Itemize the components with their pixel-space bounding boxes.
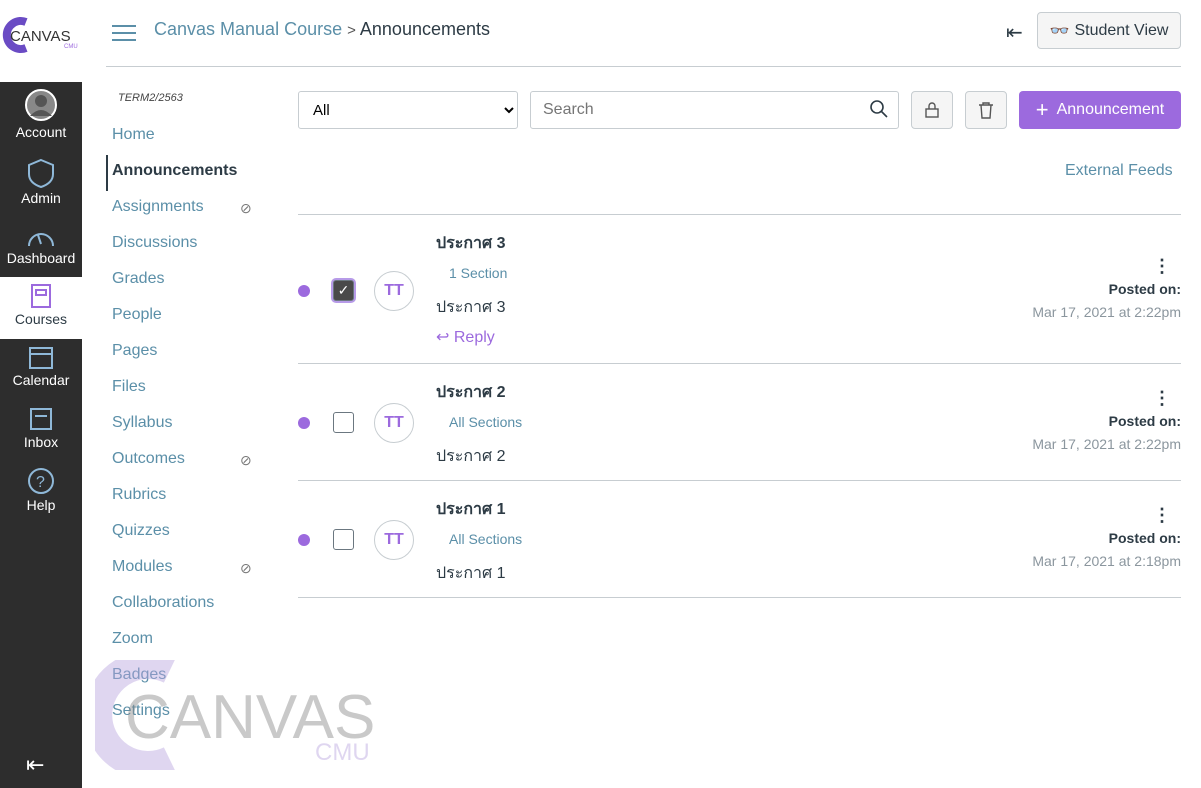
section-link[interactable]: All Sections [449, 414, 522, 430]
global-nav-courses[interactable]: Courses [0, 277, 82, 339]
hamburger-menu-icon[interactable] [112, 24, 138, 47]
delete-button[interactable] [965, 91, 1007, 129]
course-nav-modules[interactable]: Modules [112, 558, 172, 576]
posted-label: Posted on: [1108, 281, 1181, 297]
announcement-row[interactable]: ✓ TT ประกาศ 3 1 Section ประกาศ 3 ↩ Reply… [298, 214, 1181, 363]
global-nav-inbox[interactable]: Inbox [0, 406, 82, 450]
reply-link[interactable]: ↩ Reply [436, 327, 495, 347]
announcement-title[interactable]: ประกาศ 2 [436, 380, 506, 405]
course-nav-outcomes[interactable]: Outcomes [112, 450, 185, 468]
section-link[interactable]: All Sections [449, 531, 522, 547]
add-announcement-button[interactable]: + Announcement [1019, 91, 1181, 129]
announcement-title[interactable]: ประกาศ 1 [436, 497, 506, 522]
course-nav-grades[interactable]: Grades [112, 270, 164, 288]
course-nav-discussions[interactable]: Discussions [112, 234, 197, 252]
course-nav-announcements[interactable]: Announcements [112, 162, 237, 180]
posted-date: Mar 17, 2021 at 2:18pm [1032, 553, 1181, 569]
announcement-row[interactable]: TT ประกาศ 1 All Sections ประกาศ 1 ⋮ Post… [298, 480, 1181, 597]
lock-button[interactable] [911, 91, 953, 129]
calendar-icon [29, 347, 53, 369]
term-label: TERM2/2563 [118, 92, 183, 104]
svg-text:CMU: CMU [315, 739, 370, 766]
hidden-eye-icon: ⊘ [240, 200, 252, 216]
global-nav-calendar[interactable]: Calendar [0, 344, 82, 388]
global-nav-admin[interactable]: Admin [0, 158, 82, 206]
course-nav-pages[interactable]: Pages [112, 342, 157, 360]
help-icon: ? [28, 468, 54, 494]
courses-icon [31, 284, 51, 308]
filter-select[interactable]: All [298, 91, 518, 129]
student-view-button[interactable]: 👓 Student View [1037, 12, 1181, 49]
global-nav: Account Admin Dashboard Courses Calendar… [0, 82, 82, 788]
canvas-logo[interactable]: CANVAS CMU [0, 0, 82, 82]
canvas-cmu-watermark: CANVAS CMU [84, 651, 385, 779]
section-link[interactable]: 1 Section [449, 265, 507, 281]
breadcrumb-separator: > [347, 22, 356, 39]
course-nav-zoom[interactable]: Zoom [112, 630, 153, 648]
trash-icon [979, 102, 993, 119]
global-nav-account[interactable]: Account [0, 88, 82, 140]
breadcrumb-course[interactable]: Canvas Manual Course [154, 19, 342, 39]
glasses-icon: 👓 [1049, 22, 1070, 40]
posted-label: Posted on: [1108, 530, 1181, 546]
avatar-icon [25, 89, 57, 121]
search-icon[interactable] [870, 100, 888, 123]
author-avatar[interactable]: TT [374, 403, 414, 443]
announcement-title[interactable]: ประกาศ 3 [436, 231, 506, 256]
breadcrumb-current: Announcements [359, 19, 490, 39]
global-nav-dashboard[interactable]: Dashboard [0, 226, 82, 266]
header-divider [106, 66, 1181, 67]
global-nav-help[interactable]: ? Help [0, 467, 82, 513]
posted-date: Mar 17, 2021 at 2:22pm [1032, 304, 1181, 320]
unread-dot [298, 534, 310, 546]
collapse-nav-icon[interactable]: ⇤ [26, 752, 44, 778]
external-feeds-link[interactable]: External Feeds [1065, 162, 1173, 180]
reply-icon: ↩ [436, 329, 450, 346]
svg-text:?: ? [36, 474, 45, 491]
dashboard-icon [28, 233, 54, 247]
select-checkbox[interactable] [333, 529, 354, 550]
course-nav-home[interactable]: Home [112, 126, 155, 144]
announcement-message: ประกาศ 1 [436, 565, 506, 582]
announcement-message: ประกาศ 2 [436, 448, 506, 465]
course-nav-rubrics[interactable]: Rubrics [112, 486, 166, 504]
inbox-icon [30, 408, 52, 430]
search-input[interactable] [530, 91, 899, 129]
breadcrumb: Canvas Manual Course > Announcements [154, 19, 490, 40]
course-nav-quizzes[interactable]: Quizzes [112, 522, 170, 540]
more-options-icon[interactable]: ⋮ [1153, 388, 1171, 409]
unread-dot [298, 285, 310, 297]
shield-icon [28, 158, 54, 188]
posted-date: Mar 17, 2021 at 2:22pm [1032, 436, 1181, 452]
author-avatar[interactable]: TT [374, 271, 414, 311]
more-options-icon[interactable]: ⋮ [1153, 505, 1171, 526]
unread-dot [298, 417, 310, 429]
posted-label: Posted on: [1108, 413, 1181, 429]
hidden-eye-icon: ⊘ [240, 452, 252, 468]
more-options-icon[interactable]: ⋮ [1153, 256, 1171, 277]
course-nav-collaborations[interactable]: Collaborations [112, 594, 214, 612]
list-divider [298, 597, 1181, 598]
select-checkbox[interactable]: ✓ [333, 280, 354, 301]
announcement-row[interactable]: TT ประกาศ 2 All Sections ประกาศ 2 ⋮ Post… [298, 363, 1181, 480]
hidden-eye-icon: ⊘ [240, 560, 252, 576]
lock-icon [925, 102, 939, 118]
svg-text:CANVAS: CANVAS [10, 28, 71, 45]
course-nav-people[interactable]: People [112, 306, 162, 324]
course-nav-files[interactable]: Files [112, 378, 146, 396]
author-avatar[interactable]: TT [374, 520, 414, 560]
active-indicator [106, 155, 108, 191]
collapse-course-nav-icon[interactable]: ⇤ [1006, 20, 1023, 45]
announcement-message: ประกาศ 3 [436, 299, 506, 316]
course-nav-syllabus[interactable]: Syllabus [112, 414, 172, 432]
select-checkbox[interactable] [333, 412, 354, 433]
plus-icon: + [1035, 97, 1049, 122]
svg-text:CMU: CMU [64, 44, 78, 50]
course-nav-assignments[interactable]: Assignments [112, 198, 204, 216]
